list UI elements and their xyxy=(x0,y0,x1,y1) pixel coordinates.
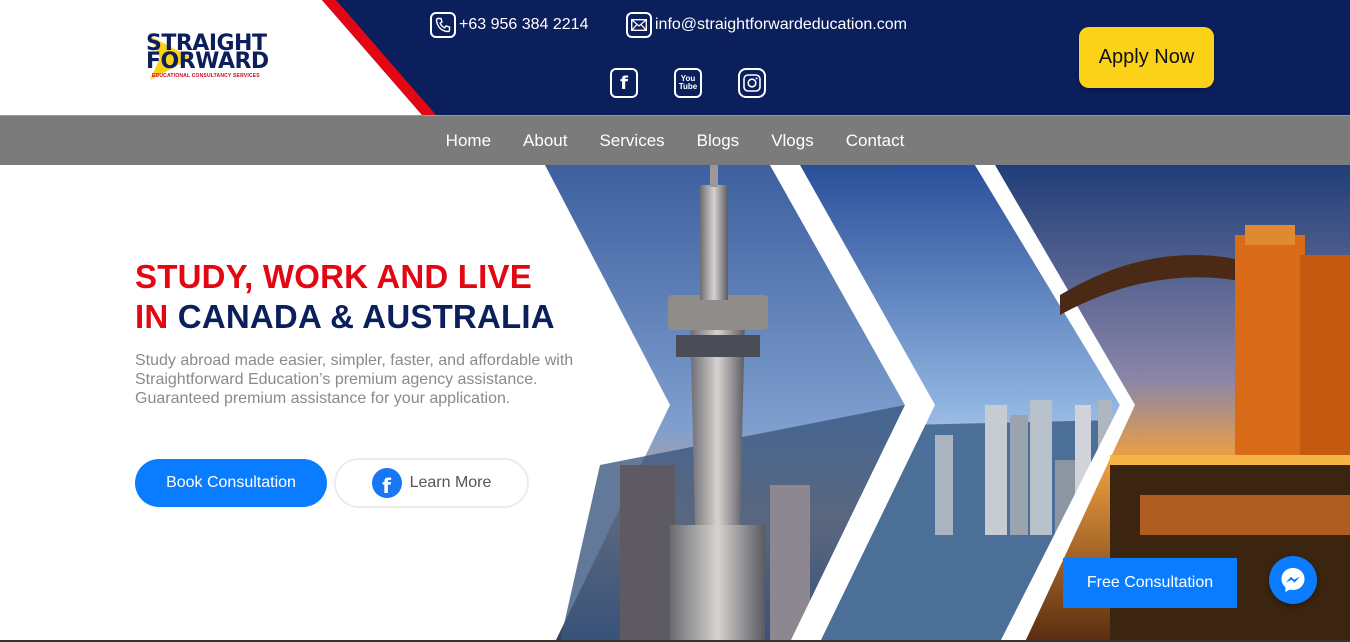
logo-panel: STRAIGHT FORWARD EDUCATIONAL CONSULTANCY… xyxy=(0,0,440,115)
top-header: STRAIGHT FORWARD EDUCATIONAL CONSULTANCY… xyxy=(0,0,1350,115)
email-contact[interactable]: info@straightforwardeducation.com xyxy=(626,12,907,38)
instagram-icon[interactable] xyxy=(738,68,766,98)
book-consultation-button[interactable]: Book Consultation xyxy=(135,459,327,507)
phone-icon xyxy=(430,12,456,38)
phone-contact[interactable]: +63 956 384 2214 xyxy=(430,12,588,38)
brand-logo[interactable]: STRAIGHT FORWARD EDUCATIONAL CONSULTANCY… xyxy=(146,33,288,90)
facebook-icon[interactable]: f xyxy=(610,68,638,98)
youtube-glyph-bottom: Tube xyxy=(678,82,698,91)
facebook-glyph: f xyxy=(620,72,628,94)
main-nav: Home About Services Blogs Vlogs Contact xyxy=(0,115,1350,165)
email-icon xyxy=(626,12,652,38)
learn-more-button[interactable]: f Learn More xyxy=(334,458,529,508)
nav-item-contact[interactable]: Contact xyxy=(846,131,905,151)
nav-item-home[interactable]: Home xyxy=(446,131,491,151)
free-consultation-button[interactable]: Free Consultation xyxy=(1063,558,1237,608)
learn-more-label: Learn More xyxy=(409,474,492,491)
hero-headline: STUDY, WORK AND LIVE IN CANADA & AUSTRAL… xyxy=(135,257,555,337)
logo-word-forward: FORWARD xyxy=(146,49,269,74)
headline-countries: CANADA & AUSTRALIA xyxy=(177,298,555,335)
nav-item-vlogs[interactable]: Vlogs xyxy=(771,131,814,151)
messenger-chat-button[interactable] xyxy=(1269,556,1317,604)
headline-line1: STUDY, WORK AND LIVE xyxy=(135,258,532,295)
logo-tagline: EDUCATIONAL CONSULTANCY SERVICES xyxy=(152,73,260,79)
hero-description: Study abroad made easier, simpler, faste… xyxy=(135,352,574,407)
apply-now-button[interactable]: Apply Now xyxy=(1079,27,1214,88)
nav-item-blogs[interactable]: Blogs xyxy=(697,131,740,151)
nav-item-about[interactable]: About xyxy=(523,131,567,151)
phone-number: +63 956 384 2214 xyxy=(459,16,589,33)
headline-in: IN xyxy=(135,298,169,335)
youtube-icon[interactable]: You Tube xyxy=(674,68,702,98)
facebook-icon: f xyxy=(371,468,402,498)
messenger-icon xyxy=(1281,568,1305,592)
nav-item-services[interactable]: Services xyxy=(599,131,664,151)
social-links: f You Tube xyxy=(610,68,766,98)
email-address: info@straightforwardeducation.com xyxy=(655,16,907,33)
